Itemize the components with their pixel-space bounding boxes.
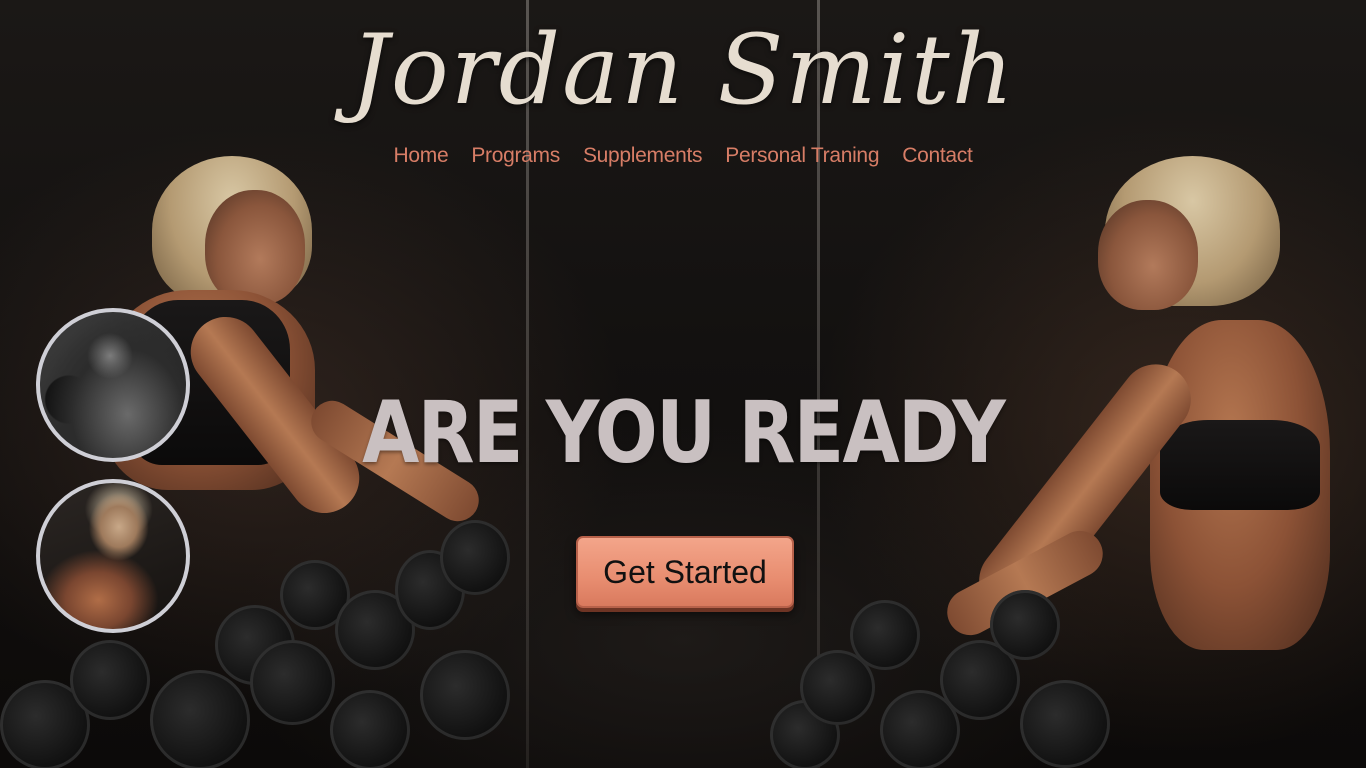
nav-programs[interactable]: Programs	[471, 144, 560, 168]
hero-title: ARE YOU READY	[362, 383, 1006, 483]
nav-supplements[interactable]: Supplements	[583, 144, 703, 168]
nav-contact[interactable]: Contact	[902, 144, 973, 168]
get-started-button[interactable]: Get Started	[576, 536, 794, 608]
main-nav: Home Programs Supplements Personal Trani…	[0, 144, 1366, 168]
thumbnail-female-athlete[interactable]	[36, 479, 190, 633]
nav-home[interactable]: Home	[394, 144, 449, 168]
landing-page: Jordan Smith Home Programs Supplements P…	[0, 0, 1366, 768]
brand-logo[interactable]: Jordan Smith	[0, 22, 1366, 118]
nav-personal-training[interactable]: Personal Traning	[725, 144, 879, 168]
